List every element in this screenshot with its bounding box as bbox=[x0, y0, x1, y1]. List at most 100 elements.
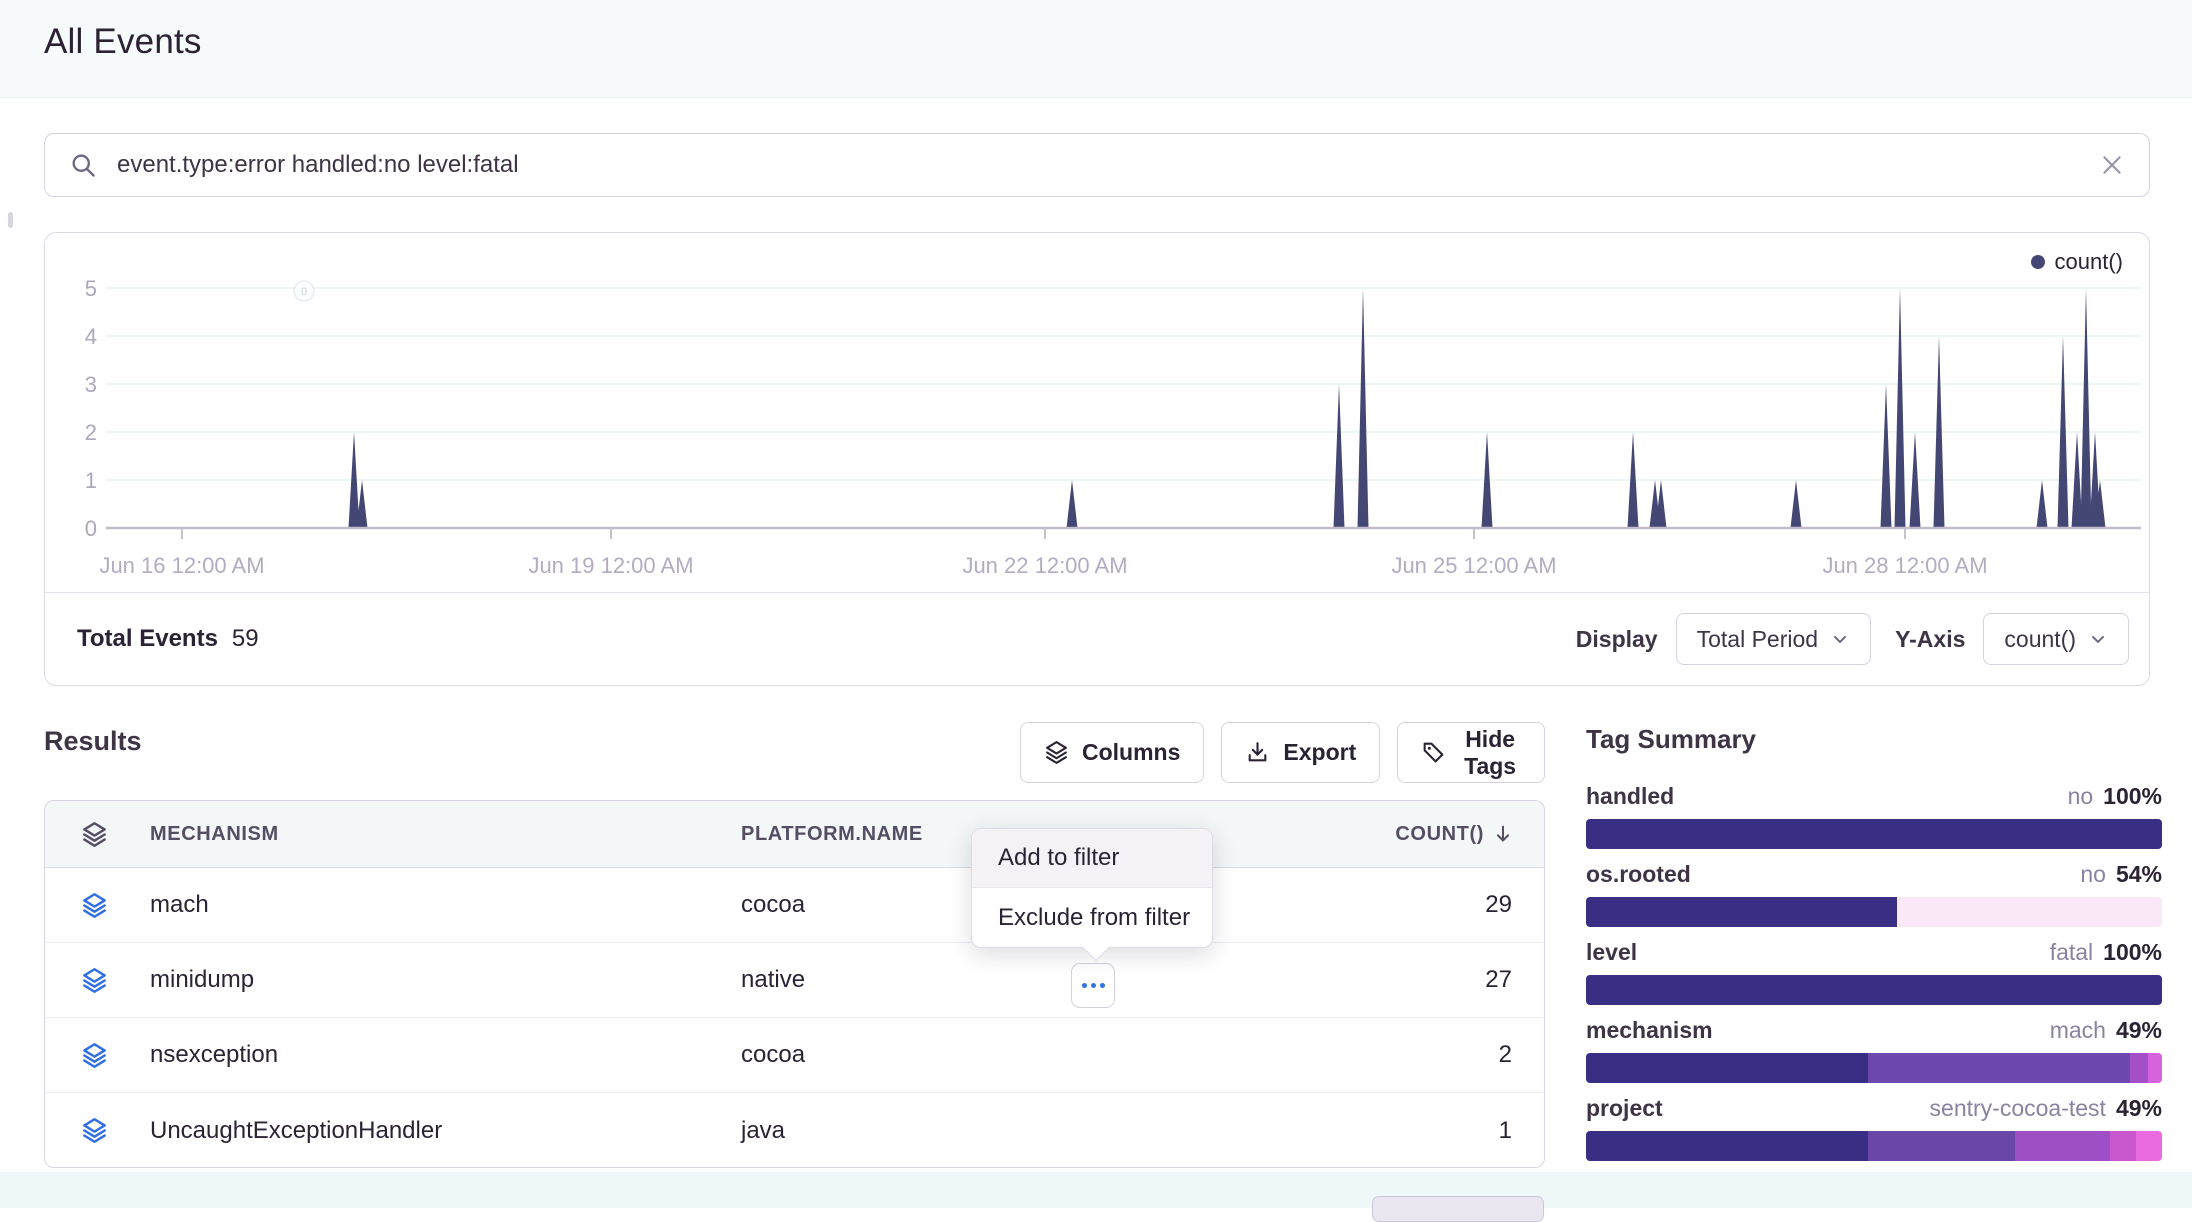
cell-mechanism[interactable]: nsexception bbox=[150, 1041, 278, 1069]
tag-bar[interactable] bbox=[1586, 975, 2162, 1005]
tag-bar-segment[interactable] bbox=[1868, 1131, 2015, 1161]
tag-entry-os-rooted: os.rooted no 54% bbox=[1586, 861, 2162, 927]
tag-key: os.rooted bbox=[1586, 861, 1691, 888]
x-axis-ticks bbox=[182, 528, 1905, 539]
cell-mechanism[interactable]: mach bbox=[150, 891, 209, 919]
page-header: All Events bbox=[0, 0, 2192, 98]
svg-text:4: 4 bbox=[85, 324, 97, 349]
table-row[interactable]: mach cocoa 29 bbox=[45, 868, 1544, 943]
search-bar[interactable]: event.type:error handled:no level:fatal bbox=[44, 133, 2150, 197]
table-row[interactable]: minidump native 27 bbox=[45, 943, 1544, 1018]
cell-platform[interactable]: cocoa bbox=[741, 891, 805, 919]
clear-search-icon[interactable] bbox=[2099, 152, 2125, 178]
columns-button[interactable]: Columns bbox=[1020, 722, 1204, 783]
tag-bar[interactable] bbox=[1586, 819, 2162, 849]
tag-bar[interactable] bbox=[1586, 897, 2162, 927]
chevron-down-icon bbox=[1830, 629, 1850, 649]
cell-platform[interactable]: native bbox=[741, 966, 805, 994]
tag-bar[interactable] bbox=[1586, 1053, 2162, 1083]
svg-text:Jun 22 12:00 AM: Jun 22 12:00 AM bbox=[962, 553, 1127, 578]
export-button[interactable]: Export bbox=[1221, 722, 1380, 783]
tag-value: mach bbox=[2050, 1017, 2106, 1043]
cell-platform[interactable]: cocoa bbox=[741, 1041, 805, 1069]
cell-mechanism[interactable]: UncaughtExceptionHandler bbox=[150, 1117, 442, 1145]
tag-summary-title: Tag Summary bbox=[1586, 724, 2162, 755]
layers-icon bbox=[81, 1117, 108, 1144]
tag-entry-handled: handled no100% bbox=[1586, 783, 2162, 849]
cell-count[interactable]: 29 bbox=[1485, 891, 1512, 919]
events-chart-panel: count() 5 4 3 2 1 0 0 bbox=[44, 232, 2150, 686]
tag-summary-panel: Tag Summary handled no100% os.rooted no 5… bbox=[1586, 724, 2162, 1173]
tag-percent: 100% bbox=[2103, 783, 2162, 809]
tag-key: mechanism bbox=[1586, 1017, 1713, 1044]
tag-bar-segment[interactable] bbox=[1586, 1131, 1868, 1161]
tag-percent: 49% bbox=[2116, 1017, 2162, 1043]
resize-handle[interactable] bbox=[8, 212, 13, 228]
tag-entry-project: project sentry-cocoa-test49% bbox=[1586, 1095, 2162, 1161]
y-axis-dropdown[interactable]: count() bbox=[1983, 613, 2129, 665]
column-header-platform[interactable]: PLATFORM.NAME bbox=[741, 823, 923, 846]
tag-percent: 54% bbox=[2116, 861, 2162, 887]
tag-bar-segment[interactable] bbox=[2148, 1053, 2162, 1083]
table-header-row: MECHANISM PLATFORM.NAME COUNT() bbox=[45, 801, 1544, 868]
cell-context-menu: Add to filter Exclude from filter bbox=[971, 828, 1213, 948]
table-row[interactable]: nsexception cocoa 2 bbox=[45, 1018, 1544, 1093]
search-input[interactable]: event.type:error handled:no level:fatal bbox=[117, 151, 2099, 179]
layers-icon bbox=[81, 967, 108, 994]
tag-percent: 100% bbox=[2103, 939, 2162, 965]
hide-tags-button-label: Hide Tags bbox=[1459, 726, 1521, 780]
menu-item-add-to-filter[interactable]: Add to filter bbox=[972, 829, 1212, 888]
tag-bar-segment[interactable] bbox=[2130, 1053, 2147, 1083]
svg-text:1: 1 bbox=[85, 468, 97, 493]
tag-key: level bbox=[1586, 939, 1637, 966]
tag-bar-segment[interactable] bbox=[1586, 1053, 1868, 1083]
columns-button-label: Columns bbox=[1082, 739, 1180, 766]
tag-bar-segment[interactable] bbox=[2136, 1131, 2162, 1161]
x-axis-labels: Jun 16 12:00 AM Jun 19 12:00 AM Jun 22 1… bbox=[99, 553, 1987, 578]
display-dropdown[interactable]: Total Period bbox=[1676, 613, 1871, 665]
chevron-down-icon bbox=[2088, 629, 2108, 649]
page-background-strip bbox=[0, 1172, 2192, 1208]
cell-count[interactable]: 1 bbox=[1499, 1117, 1512, 1145]
results-title: Results bbox=[44, 726, 142, 757]
ellipsis-icon bbox=[1091, 983, 1096, 988]
events-chart[interactable]: 5 4 3 2 1 0 0 Jun 16 12:00 AM Jun 19 12:… bbox=[45, 233, 2148, 593]
release-bubble[interactable]: 0 bbox=[294, 281, 314, 301]
cell-count[interactable]: 27 bbox=[1485, 966, 1512, 994]
tag-bar-segment[interactable] bbox=[2110, 1131, 2136, 1161]
cell-count[interactable]: 2 bbox=[1499, 1041, 1512, 1069]
tag-value: no bbox=[2080, 861, 2106, 887]
search-icon bbox=[69, 151, 97, 179]
tag-bar-segment[interactable] bbox=[1586, 897, 1897, 927]
column-header-mechanism[interactable]: MECHANISM bbox=[150, 823, 279, 846]
tag-bar-segment[interactable] bbox=[2015, 1131, 2110, 1161]
cell-actions-button[interactable] bbox=[1071, 963, 1115, 1008]
chart-footer: Total Events 59 Display Total Period Y-A… bbox=[45, 592, 2149, 685]
tag-key: handled bbox=[1586, 783, 1674, 810]
y-axis-label: Y-Axis bbox=[1895, 626, 1965, 653]
column-header-count[interactable]: COUNT() bbox=[1395, 823, 1514, 846]
cell-platform[interactable]: java bbox=[741, 1117, 785, 1145]
tag-percent: 49% bbox=[2116, 1095, 2162, 1121]
ellipsis-icon bbox=[1082, 983, 1087, 988]
chart-gridlines bbox=[106, 288, 2141, 480]
layers-icon bbox=[81, 892, 108, 919]
table-row[interactable]: UncaughtExceptionHandler java 1 bbox=[45, 1093, 1544, 1168]
page-title: All Events bbox=[44, 22, 202, 62]
tag-value: fatal bbox=[2050, 939, 2093, 965]
tag-bar-segment[interactable] bbox=[1897, 897, 2162, 927]
cell-mechanism[interactable]: minidump bbox=[150, 966, 254, 994]
tag-bar[interactable] bbox=[1586, 1131, 2162, 1161]
hide-tags-button[interactable]: Hide Tags bbox=[1397, 722, 1545, 783]
tag-bar-segment[interactable] bbox=[1586, 819, 2162, 849]
layers-icon bbox=[81, 1042, 108, 1069]
tag-bar-segment[interactable] bbox=[1868, 1053, 2130, 1083]
svg-text:0: 0 bbox=[85, 516, 97, 541]
y-axis-dropdown-value: count() bbox=[2004, 626, 2076, 653]
total-events-value: 59 bbox=[232, 625, 259, 653]
tag-bar-segment[interactable] bbox=[1586, 975, 2162, 1005]
svg-text:2: 2 bbox=[85, 420, 97, 445]
pagination-button[interactable] bbox=[1372, 1196, 1544, 1222]
tag-key: project bbox=[1586, 1095, 1663, 1122]
results-table: MECHANISM PLATFORM.NAME COUNT() mach coc… bbox=[44, 800, 1545, 1168]
